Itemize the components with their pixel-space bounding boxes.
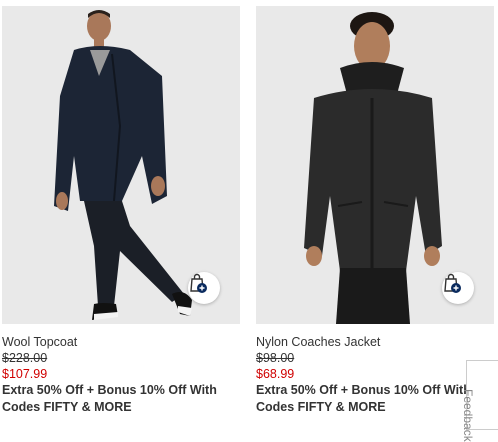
sale-price: $107.99 [2,367,48,381]
product-card-nylon-coaches-jacket[interactable]: Nylon Coaches Jacket $98.00 $68.99 Extra… [256,6,494,416]
original-price: $228.00 [2,351,48,365]
product-card-wool-topcoat[interactable]: Wool Topcoat $228.00 $107.99 Extra 50% O… [2,6,240,416]
promo-message: Extra 50% Off + Bonus 10% Off With Codes… [256,383,471,414]
feedback-label: Feedback [461,389,475,442]
product-name[interactable]: Nylon Coaches Jacket [256,334,494,350]
product-image[interactable] [2,6,240,324]
add-to-bag-button[interactable] [442,272,474,304]
original-price: $98.00 [256,351,295,365]
feedback-tab[interactable]: Feedback [461,360,498,442]
promo-message: Extra 50% Off + Bonus 10% Off With Codes… [2,383,217,414]
product-name[interactable]: Wool Topcoat [2,334,240,350]
shopping-bag-plus-icon [444,273,461,293]
sale-price: $68.99 [256,367,295,381]
add-to-bag-button[interactable] [188,272,220,304]
product-image[interactable] [256,6,494,324]
shopping-bag-plus-icon [190,273,207,293]
